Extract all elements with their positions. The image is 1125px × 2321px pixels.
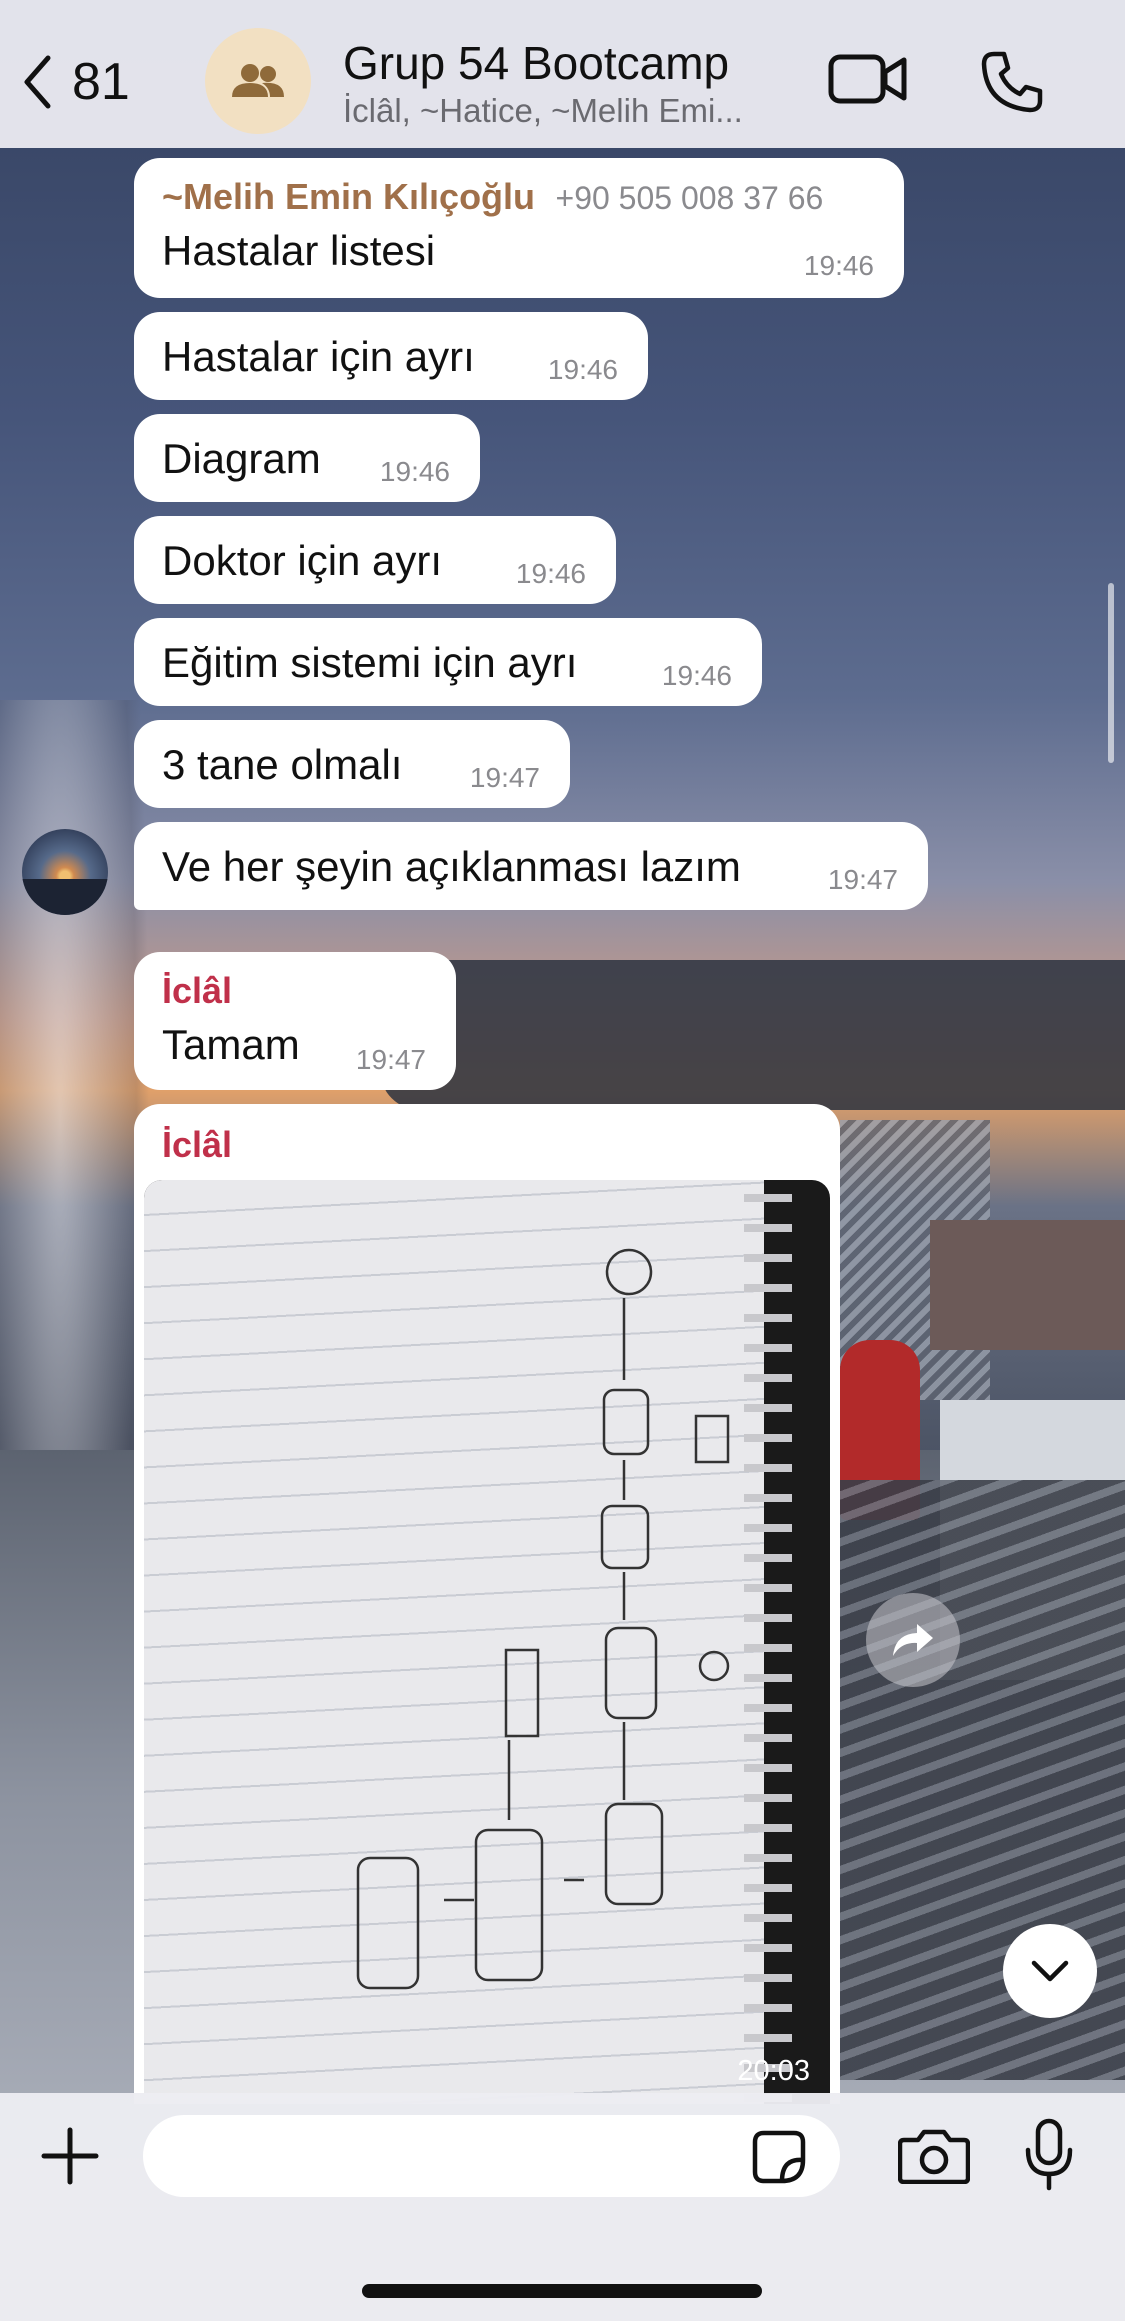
message-time: 19:46	[661, 660, 732, 691]
forward-icon	[893, 1624, 933, 1656]
chat-members-subtitle[interactable]: İclâl, ~Hatice, ~Melih Emi...	[343, 92, 743, 130]
video-camera-icon[interactable]	[828, 52, 908, 106]
sticker-icon[interactable]	[752, 2130, 806, 2184]
chat-header: 81 Grup 54 Bootcamp İclâl, ~Hatice, ~Mel…	[0, 0, 1125, 148]
message-time: 19:46	[515, 558, 586, 589]
message-text: Tamam	[162, 1021, 300, 1068]
unread-count: 81	[72, 53, 130, 111]
message-bubble[interactable]: Doktor için ayrı 19:46	[134, 516, 616, 604]
scroll-to-bottom-button[interactable]	[1003, 1924, 1097, 2018]
back-button[interactable]: 81	[22, 52, 130, 112]
plus-icon[interactable]	[40, 2126, 100, 2186]
forward-button[interactable]	[866, 1593, 960, 1687]
message-bubble[interactable]: Hastalar için ayrı 19:46	[134, 312, 648, 400]
scroll-indicator[interactable]	[1108, 583, 1114, 763]
sender-name[interactable]: ~Melih Emin Kılıçoğlu	[162, 176, 535, 217]
diagram-sketch	[356, 1248, 730, 1990]
message-text: Eğitim sistemi için ayrı	[162, 639, 578, 686]
message-bubble[interactable]: İclâl Tamam 19:47	[134, 952, 456, 1090]
message-text: Diagram	[162, 435, 321, 482]
message-input[interactable]	[143, 2115, 840, 2197]
chat-title[interactable]: Grup 54 Bootcamp	[343, 36, 729, 90]
group-avatar[interactable]	[205, 28, 311, 134]
microphone-icon[interactable]	[1023, 2118, 1075, 2192]
message-time: 20:03	[737, 2055, 810, 2087]
message-time: 19:46	[803, 250, 874, 281]
home-indicator[interactable]	[362, 2284, 762, 2298]
group-icon	[232, 64, 284, 97]
message-bubble[interactable]: 3 tane olmalı 19:47	[134, 720, 570, 808]
message-bubble[interactable]: Ve her şeyin açıklanması lazım 19:47	[134, 822, 928, 910]
sender-name[interactable]: İclâl	[162, 970, 232, 1012]
camera-icon[interactable]	[898, 2128, 970, 2184]
message-time: 19:46	[547, 354, 618, 385]
message-bubble[interactable]: Diagram 19:46	[134, 414, 480, 502]
message-text: Doktor için ayrı	[162, 537, 443, 584]
image-message-bubble[interactable]: İclâl 20:03	[134, 1104, 840, 2104]
sender-name[interactable]: İclâl	[162, 1124, 232, 1166]
message-bubble[interactable]: Eğitim sistemi için ayrı 19:46	[134, 618, 762, 706]
handwritten-diagram-photo[interactable]: 20:03	[144, 1180, 830, 2104]
message-text: 3 tane olmalı	[162, 741, 403, 788]
message-text: Hastalar için ayrı	[162, 333, 475, 380]
message-text: Ve her şeyin açıklanması lazım	[162, 843, 741, 890]
chevron-down-icon	[1031, 1960, 1069, 1982]
sender-phone: +90 505 008 37 66	[555, 180, 824, 216]
sender-avatar[interactable]	[22, 829, 108, 915]
phone-icon[interactable]	[980, 50, 1044, 114]
message-text: Hastalar listesi	[162, 227, 436, 274]
message-time: 19:46	[379, 456, 450, 487]
message-bubble[interactable]: ~Melih Emin Kılıçoğlu +90 505 008 37 66 …	[134, 158, 904, 298]
message-time: 19:47	[355, 1044, 426, 1075]
message-time: 19:47	[827, 864, 898, 895]
chevron-left-icon	[24, 55, 51, 109]
message-time: 19:47	[469, 762, 540, 793]
